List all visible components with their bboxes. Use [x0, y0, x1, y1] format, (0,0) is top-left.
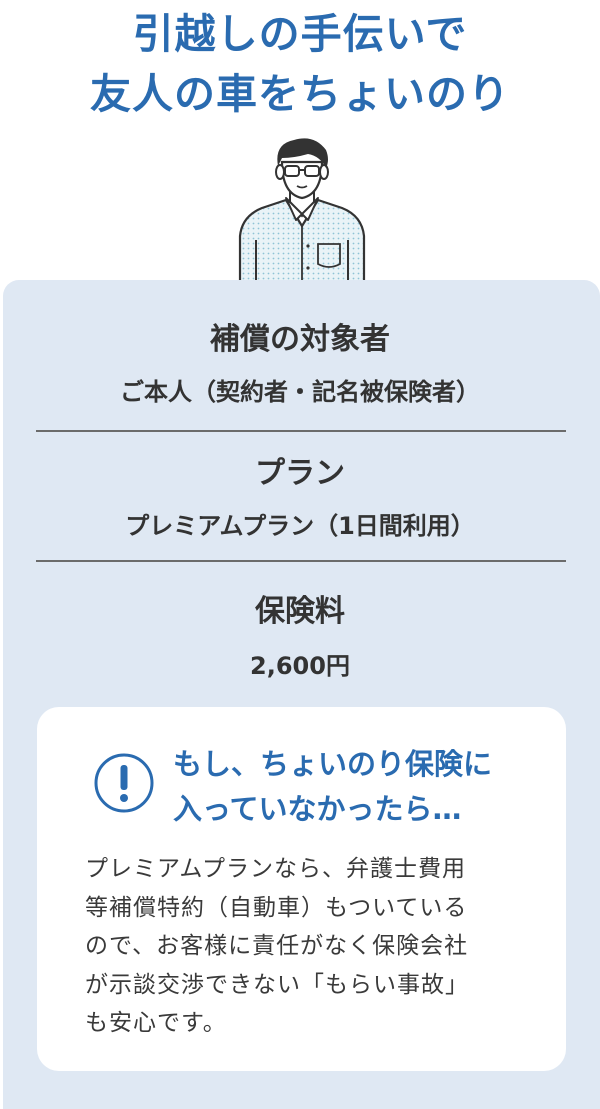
plan-value: プレミアムプラン（1日間利用） [125, 512, 475, 540]
note-body-line: プレミアムプランなら、弁護士費用 [85, 856, 467, 882]
note-title: もし、ちょいのり保険に 入っていなかったら… [173, 742, 563, 832]
fee-value: 2,600円 [250, 652, 350, 680]
headline-line-2: 友人の車をちょいのり [90, 70, 510, 118]
fee-label: 保険料 [255, 594, 345, 629]
note-body-line: も安心です。 [85, 1010, 227, 1036]
note-body: プレミアムプランなら、弁護士費用 等補償特約（自動車）もついている ので、お客様… [85, 850, 535, 1043]
person-illustration-icon [238, 138, 366, 284]
headline-line-1: 引越しの手伝いで [132, 10, 468, 58]
page-headline: 引越しの手伝いで 友人の車をちょいのり [0, 4, 600, 124]
plan-label: プラン [255, 456, 345, 491]
divider [36, 430, 566, 432]
note-title-line-1: もし、ちょいのり保険に [173, 747, 493, 781]
exclamation-circle-icon [94, 753, 154, 813]
note-title-line-2: 入っていなかったら… [173, 792, 462, 826]
coverage-target-label: 補償の対象者 [210, 322, 390, 357]
coverage-target-value: ご本人（契約者・記名被保険者） [120, 378, 480, 406]
note-body-line: が示談交渉できない「もらい事故」 [85, 971, 469, 998]
divider [36, 560, 566, 562]
note-body-line: ので、お客様に責任がなく保険会社 [85, 933, 469, 959]
note-body-line: 等補償特約（自動車）もついている [85, 894, 468, 921]
